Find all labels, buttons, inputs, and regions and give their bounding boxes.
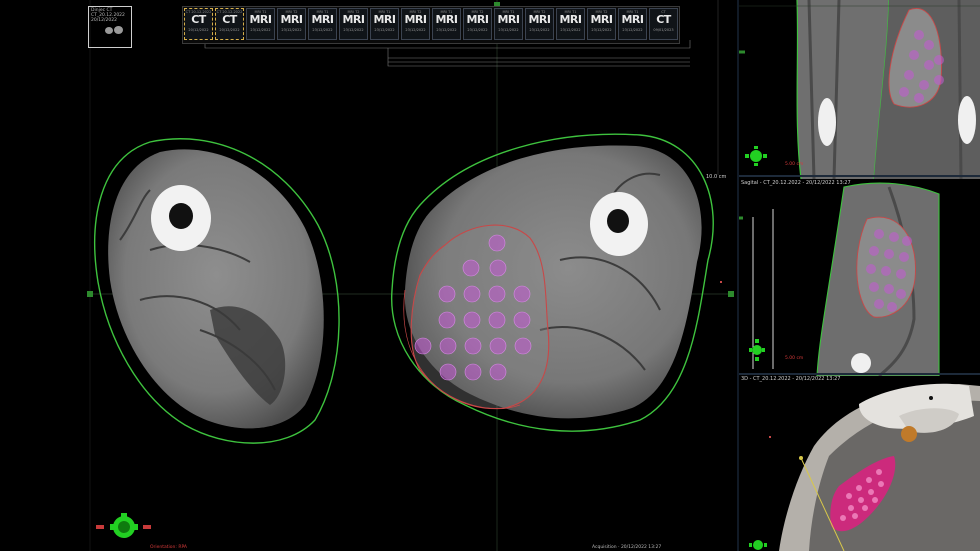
series-thumb-mri[interactable]: MRI T2 MRI 23/12/2022 xyxy=(463,8,492,40)
sagittal-distance: 5.00 cm xyxy=(785,356,804,361)
series-thumb-date: 20/12/2022 xyxy=(188,28,209,32)
patient-thumbnail[interactable]: Dinjec CT CT_20.12.2022 20/12/2022 xyxy=(88,6,132,48)
series-thumb-date: 20/12/2022 xyxy=(219,28,240,32)
series-thumb-mri[interactable]: MRI T2 MRI 23/12/2022 xyxy=(587,8,616,40)
series-thumb-date: 23/12/2022 xyxy=(250,28,271,32)
axial-view[interactable]: Dinjec CT CT_20.12.2022 20/12/2022 CT 20… xyxy=(0,0,737,551)
series-thumb-date: 23/12/2022 xyxy=(560,28,581,32)
series-thumb-modality: MRI xyxy=(249,13,272,26)
series-thumb-mri[interactable]: MRI T1 MRI 23/12/2022 xyxy=(618,8,647,40)
series-thumb-modality: CT xyxy=(222,13,237,26)
series-thumb-modality: MRI xyxy=(435,13,458,26)
series-thumb-modality: MRI xyxy=(559,13,582,26)
view3d-orientation-icon xyxy=(749,536,767,550)
series-thumb-date: 23/12/2022 xyxy=(622,28,643,32)
series-thumb-modality: CT xyxy=(656,13,671,26)
series-thumb-mri[interactable]: MRI T1 MRI 23/12/2022 xyxy=(370,8,399,40)
orientation-widget[interactable] xyxy=(96,513,152,541)
series-thumb-modality: MRI xyxy=(342,13,365,26)
series-thumb-modality: MRI xyxy=(497,13,520,26)
sagittal-orientation-icon xyxy=(749,339,765,361)
left-thigh xyxy=(94,138,340,444)
coronal-view[interactable]: 5.00 cm xyxy=(739,0,980,179)
series-thumb-date: 23/12/2022 xyxy=(467,28,488,32)
axial-image xyxy=(87,0,734,551)
view3d-image xyxy=(769,383,980,551)
series-thumb-mri[interactable]: MRI T1 MRI 23/12/2022 xyxy=(246,8,275,40)
series-thumb-modality: MRI xyxy=(621,13,644,26)
view-3d[interactable]: 3D - CT_20.12.2022 - 20/12/2022 13:27 xyxy=(739,376,980,551)
series-thumb-modality: CT xyxy=(191,13,206,26)
sagittal-image xyxy=(739,182,980,376)
series-thumb-mri[interactable]: MRI T2 MRI 23/12/2022 xyxy=(277,8,306,40)
series-thumb-ct[interactable]: CT 20.12.2022 CT 20/12/2022 xyxy=(215,8,244,40)
series-thumb-modality: MRI xyxy=(404,13,427,26)
series-thumb-mri[interactable]: MRI T1 MRI 23/12/2022 xyxy=(308,8,337,40)
series-thumb-date: 23/12/2022 xyxy=(405,28,426,32)
acquisition-label: Acquisition · 20/12/2022 13:27 xyxy=(592,545,662,550)
series-thumb-ct[interactable]: CT 20.12.2022 CT 20/12/2022 xyxy=(184,8,213,40)
orientation-label: Orientation: RPA xyxy=(150,545,187,550)
scale-label: 10.0 cm xyxy=(706,174,727,180)
series-thumb-date: 23/12/2022 xyxy=(374,28,395,32)
series-thumb-ct[interactable]: CT CT 09/01/2023 xyxy=(649,8,678,40)
series-thumb-mri[interactable]: MRI T2 MRI 23/12/2022 xyxy=(401,8,430,40)
series-thumb-modality: MRI xyxy=(528,13,551,26)
series-thumb-date: 23/12/2022 xyxy=(312,28,333,32)
orientation-icon xyxy=(96,513,151,538)
series-thumb-mri[interactable]: MRI T1 MRI 23/12/2022 xyxy=(556,8,585,40)
patient-thumb-image xyxy=(105,25,123,35)
series-thumb-date: 23/12/2022 xyxy=(436,28,457,32)
coronal-orientation-icon xyxy=(745,146,767,166)
series-thumb-date: 23/12/2022 xyxy=(591,28,612,32)
series-thumb-date: 23/12/2022 xyxy=(498,28,519,32)
series-thumb-mri[interactable]: MRI T2 MRI 23/12/2022 xyxy=(339,8,368,40)
series-thumb-modality: MRI xyxy=(590,13,613,26)
series-strip: CT 20.12.2022 CT 20/12/2022 CT 20.12.2022 CT… xyxy=(182,6,680,44)
coronal-distance: 5.00 cm xyxy=(785,162,804,167)
coronal-image xyxy=(739,0,980,179)
right-thigh xyxy=(391,133,714,432)
series-thumb-date: 09/01/2023 xyxy=(653,28,674,32)
series-thumb-modality: MRI xyxy=(280,13,303,26)
sagittal-view[interactable]: Sagital - CT_20.12.2022 - 20/12/2022 13:… xyxy=(739,179,980,376)
series-thumb-modality: MRI xyxy=(311,13,334,26)
series-thumb-date: 23/12/2022 xyxy=(529,28,550,32)
series-thumb-mri[interactable]: MRI T1 MRI 23/12/2022 xyxy=(494,8,523,40)
series-thumb-mri[interactable]: MRI T1 MRI 23/12/2022 xyxy=(432,8,461,40)
series-thumb-mri[interactable]: MRI T2 MRI 23/12/2022 xyxy=(525,8,554,40)
series-thumb-date: 23/12/2022 xyxy=(281,28,302,32)
patient-line-3: 20/12/2022 xyxy=(91,18,117,23)
series-thumb-modality: MRI xyxy=(466,13,489,26)
series-thumb-date: 23/12/2022 xyxy=(343,28,364,32)
series-thumb-modality: MRI xyxy=(373,13,396,26)
